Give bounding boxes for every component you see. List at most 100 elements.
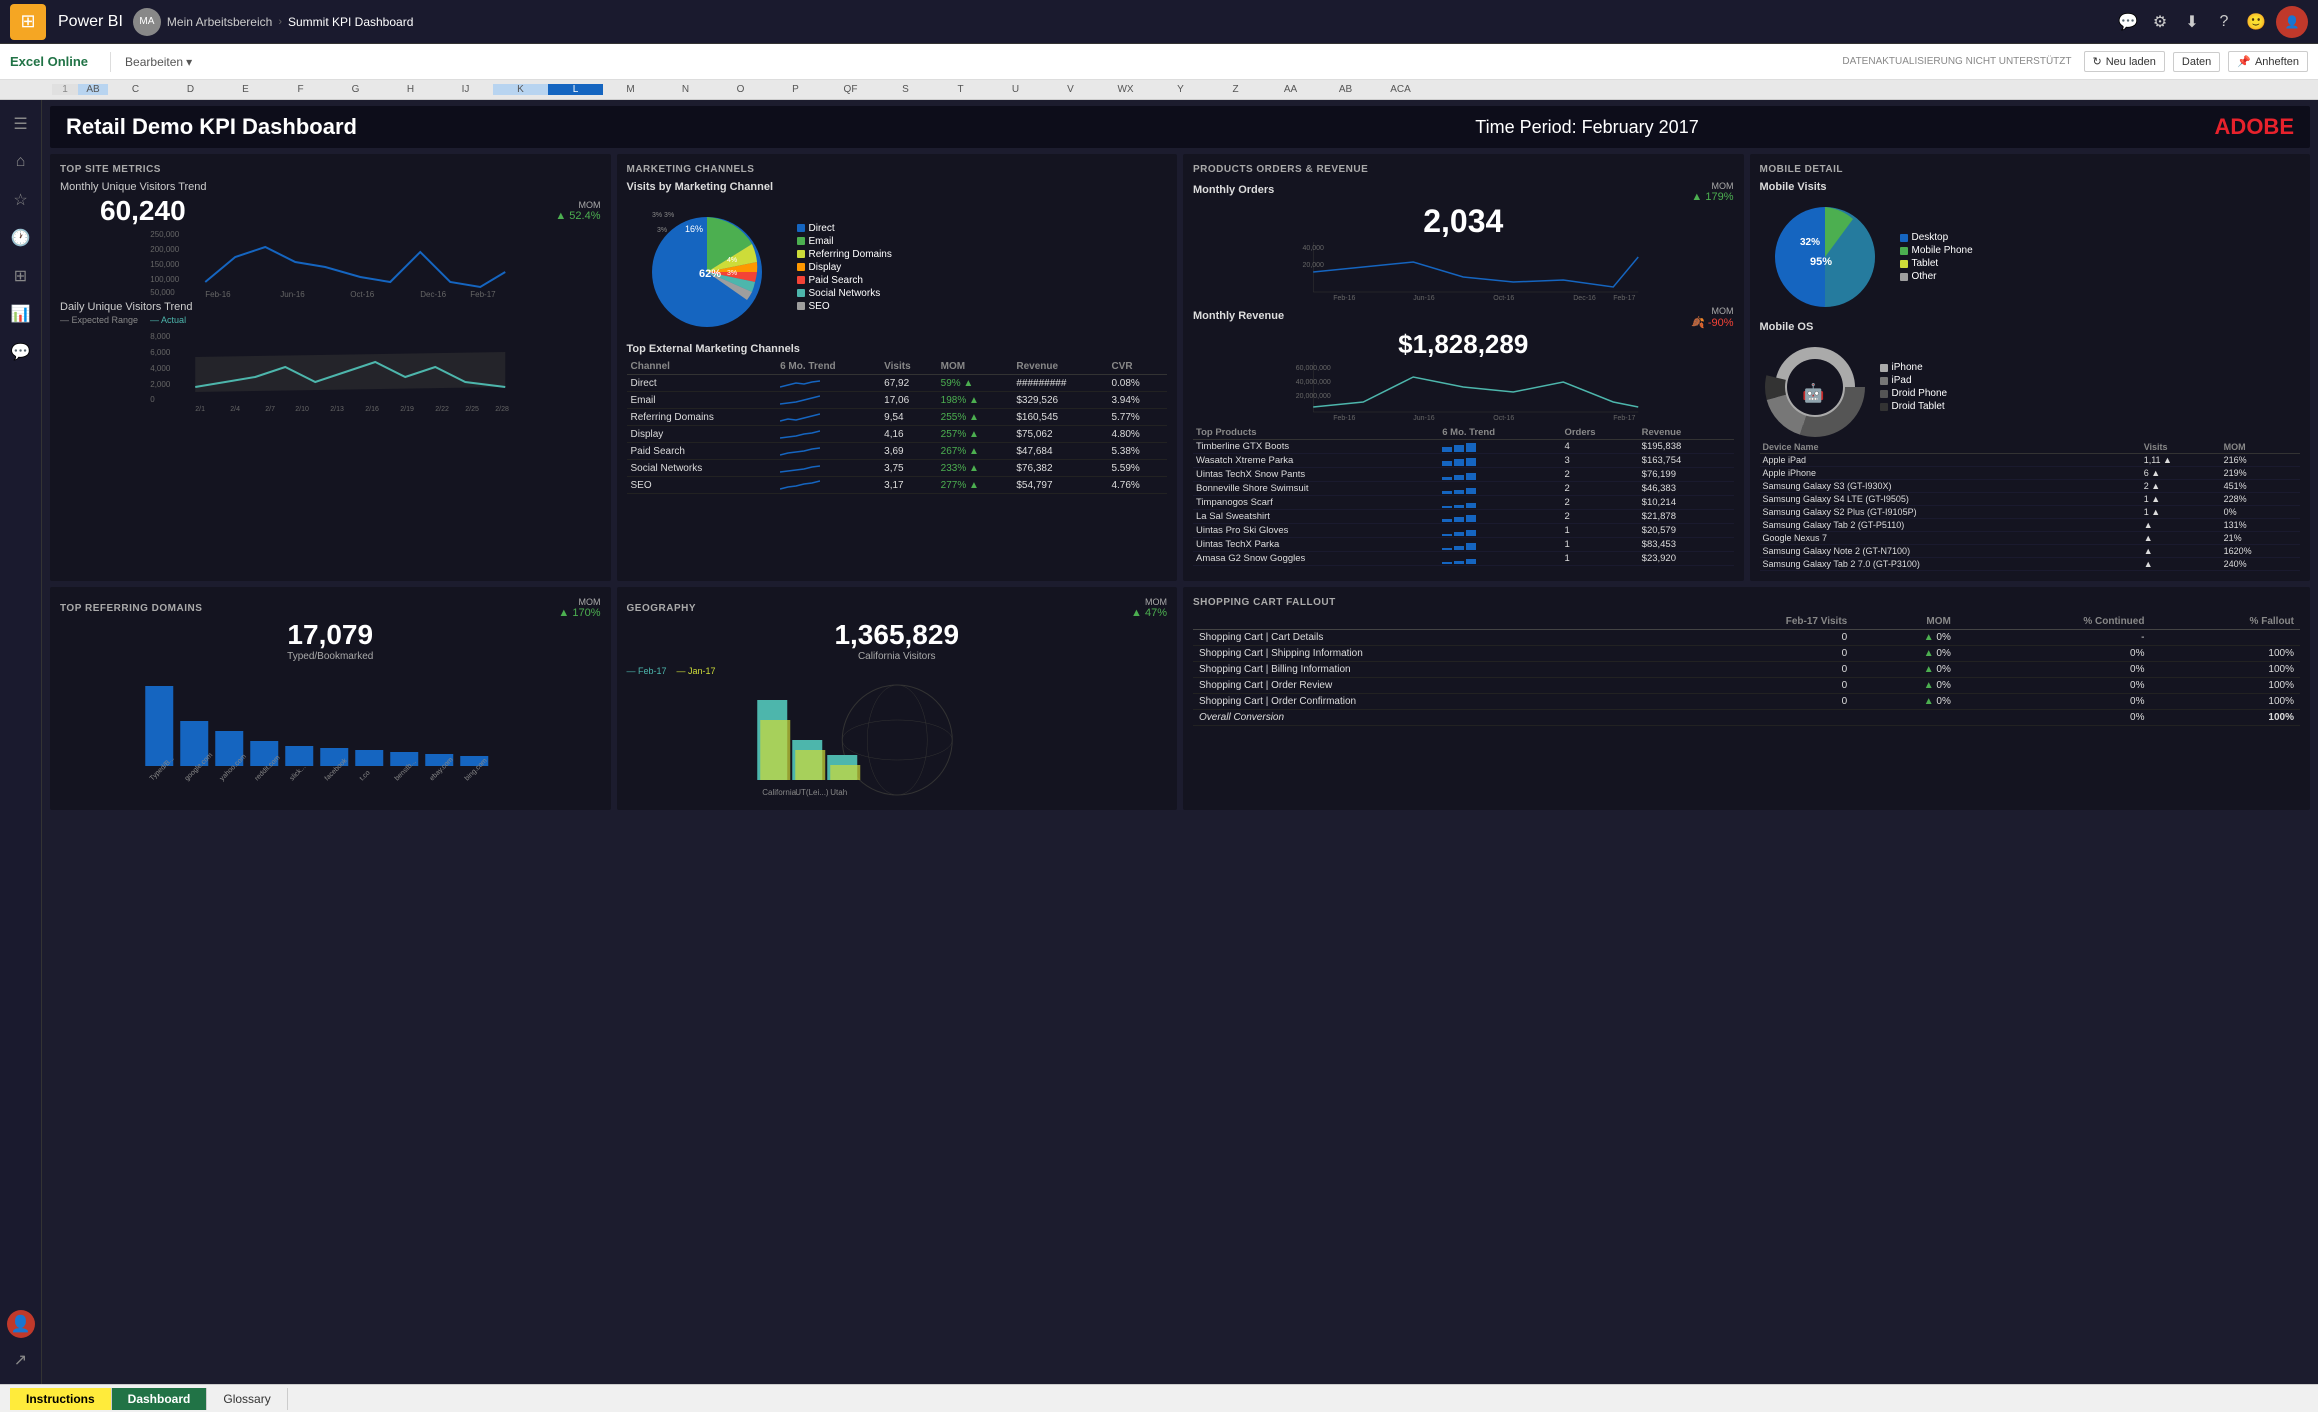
panel-referring: Top Referring Domains MOM▲ 170% 17,079 T… <box>50 587 611 810</box>
sidebar-clock-icon[interactable]: 🕐 <box>5 222 37 254</box>
svg-text:🤖: 🤖 <box>1802 382 1824 403</box>
svg-text:2/16: 2/16 <box>365 406 379 412</box>
help-icon[interactable]: ? <box>2208 6 2240 38</box>
legend-social: Social Networks <box>797 288 892 299</box>
svg-text:2/22: 2/22 <box>435 406 449 412</box>
svg-text:Oct-16: Oct-16 <box>1493 415 1514 422</box>
svg-text:62%: 62% <box>699 268 721 280</box>
mobile-title: MOBILE DETAIL <box>1760 164 2301 175</box>
left-sidebar: ☰ ⌂ ☆ 🕐 ⊞ 📊 💬 👤 ↗ <box>0 100 42 1384</box>
panel-geography: Geography MOM▲ 47% 1,365,829 California … <box>617 587 1178 810</box>
svg-text:Feb-17: Feb-17 <box>1613 295 1635 302</box>
settings-icon[interactable]: ⚙ <box>2144 6 2176 38</box>
referring-main-label: Typed/Bookmarked <box>60 651 601 662</box>
th-revenue: Revenue <box>1012 359 1107 375</box>
overall-label: Overall Conversion <box>1193 710 1659 726</box>
monthly-mom-label: MOM <box>555 200 600 210</box>
mobile-os-chart: 🤖 <box>1760 337 1870 437</box>
table-row: Display 4,16257% ▲$75,0624.80% <box>627 426 1168 443</box>
sidebar-profile-icon[interactable]: 👤 <box>7 1310 35 1338</box>
geography-chart: California UT(Lei...) Utah <box>627 680 1168 800</box>
legend-email: Email <box>797 236 892 247</box>
overall-conversion-row: Overall Conversion 0% 100% <box>1193 710 2300 726</box>
svg-text:20,000: 20,000 <box>1303 262 1325 269</box>
cart-title: Shopping Cart Fallout <box>1193 597 2300 608</box>
sidebar-menu-icon[interactable]: ☰ <box>5 108 37 140</box>
table-row: Samsung Galaxy S4 LTE (GT-I9505)1 ▲228% <box>1760 493 2301 506</box>
tab-glossary[interactable]: Glossary <box>207 1388 287 1410</box>
revenue-mom: MOM🍂 -90% <box>1691 306 1733 329</box>
svg-text:95%: 95% <box>1810 256 1832 268</box>
data-button[interactable]: Daten <box>2173 52 2220 72</box>
table-row: Shopping Cart | Billing Information 0 ▲ … <box>1193 662 2300 678</box>
sidebar-star-icon[interactable]: ☆ <box>5 184 37 216</box>
refresh-info: DATENAKTUALISIERUNG NICHT UNTERSTÜTZT <box>1842 56 2071 67</box>
legend-jan17: — Jan-17 <box>677 666 716 676</box>
dashboard-title: Retail Demo KPI Dashboard <box>66 114 1080 140</box>
table-row: Timpanogos Scarf2$10,214 <box>1193 496 1734 510</box>
dashboard-period: Time Period: February 2017 <box>1080 117 2094 138</box>
sidebar-report-icon[interactable]: 📊 <box>5 298 37 330</box>
download-icon[interactable]: ⬇ <box>2176 6 2208 38</box>
referring-header: Top Referring Domains MOM▲ 170% <box>60 597 601 619</box>
monthly-unique-trend-box: 60,240 MOM ▲ 52.4% <box>60 195 601 227</box>
legend-feb17: — Feb-17 <box>627 666 667 676</box>
svg-text:Feb-16: Feb-16 <box>1333 295 1355 302</box>
site-metrics-title: TOP SITE METRICS <box>60 164 601 175</box>
svg-text:32%: 32% <box>1800 237 1820 248</box>
table-row: Paid Search 3,69267% ▲$47,6845.38% <box>627 443 1168 460</box>
user-avatar: MA <box>133 8 161 36</box>
sidebar-home-icon[interactable]: ⌂ <box>5 146 37 178</box>
table-row: Wasatch Xtreme Parka3$163,754 <box>1193 454 1734 468</box>
marketing-table: Channel 6 Mo. Trend Visits MOM Revenue C… <box>627 359 1168 494</box>
legend-direct: Direct <box>797 223 892 234</box>
table-row: Samsung Galaxy S2 Plus (GT-I9105P)1 ▲0% <box>1760 506 2301 519</box>
bottom-tabs: Instructions Dashboard Glossary <box>0 1384 2318 1412</box>
svg-text:Dec-16: Dec-16 <box>420 290 446 297</box>
table-row: Shopping Cart | Order Confirmation 0 ▲ 0… <box>1193 694 2300 710</box>
th-mom: MOM <box>937 359 1013 375</box>
globe-background: California UT(Lei...) Utah <box>627 680 1168 800</box>
emoji-icon[interactable]: 🙂 <box>2240 6 2272 38</box>
marketing-title: MARKETING CHANNELS <box>627 164 1168 175</box>
powerbi-label: Power BI <box>58 13 123 31</box>
geography-mom: MOM▲ 47% <box>1131 597 1167 619</box>
main-area: ☰ ⌂ ☆ 🕐 ⊞ 📊 💬 👤 ↗ Retail Demo KPI Dashbo… <box>0 100 2318 1384</box>
sidebar-apps-icon[interactable]: ⊞ <box>5 260 37 292</box>
reload-button[interactable]: ↻ Neu laden <box>2084 51 2165 72</box>
referring-main-value: 17,079 <box>60 619 601 651</box>
profile-avatar[interactable]: 👤 <box>2276 6 2308 38</box>
edit-button[interactable]: Bearbeiten ▾ <box>117 55 200 69</box>
svg-text:3% 3%: 3% 3% <box>652 212 674 219</box>
table-row: Uintas Pro Ski Gloves1$20,579 <box>1193 524 1734 538</box>
tab-instructions[interactable]: Instructions <box>10 1388 112 1410</box>
marketing-pie-chart: 62% 16% 4% 3% 3% 3% 3% <box>627 197 787 337</box>
device-table: Device Name Visits MOM Apple iPad1,11 ▲2… <box>1760 441 2301 571</box>
referring-title: Top Referring Domains <box>60 603 202 614</box>
sidebar-expand-icon[interactable]: ↗ <box>5 1344 37 1376</box>
svg-text:60,000,000: 60,000,000 <box>1296 365 1331 372</box>
svg-text:Oct-16: Oct-16 <box>350 290 375 297</box>
th-visits: Visits <box>880 359 936 375</box>
svg-text:2/19: 2/19 <box>400 406 414 412</box>
svg-text:2/10: 2/10 <box>295 406 309 412</box>
tab-dashboard[interactable]: Dashboard <box>112 1388 208 1410</box>
svg-text:50,000: 50,000 <box>150 288 175 297</box>
svg-text:2/7: 2/7 <box>265 406 275 412</box>
overall-fallout: 100% <box>2150 710 2300 726</box>
th-channel: Channel <box>627 359 777 375</box>
geography-main-label: California Visitors <box>627 651 1168 662</box>
table-row: Shopping Cart | Shipping Information 0 ▲… <box>1193 646 2300 662</box>
attach-button[interactable]: 📌 Anheften <box>2228 51 2308 72</box>
svg-text:Dec-16: Dec-16 <box>1573 295 1596 302</box>
orders-subtitle: Monthly Orders <box>1193 184 1274 196</box>
cart-table: Feb-17 Visits MOM % Continued % Fallout … <box>1193 614 2300 726</box>
chat-icon[interactable]: 💬 <box>2112 6 2144 38</box>
os-legend: iPhone iPad Droid Phone Droid Tablet <box>1880 362 1948 412</box>
mobile-pie-chart: 32% 95% <box>1760 197 1890 317</box>
svg-text:California: California <box>762 788 796 797</box>
sidebar-chat-icon[interactable]: 💬 <box>5 336 37 368</box>
svg-text:6,000: 6,000 <box>150 348 171 357</box>
svg-text:Feb-16: Feb-16 <box>1333 415 1355 422</box>
table-row: Samsung Galaxy Tab 2 (GT-P5110)▲131% <box>1760 519 2301 532</box>
